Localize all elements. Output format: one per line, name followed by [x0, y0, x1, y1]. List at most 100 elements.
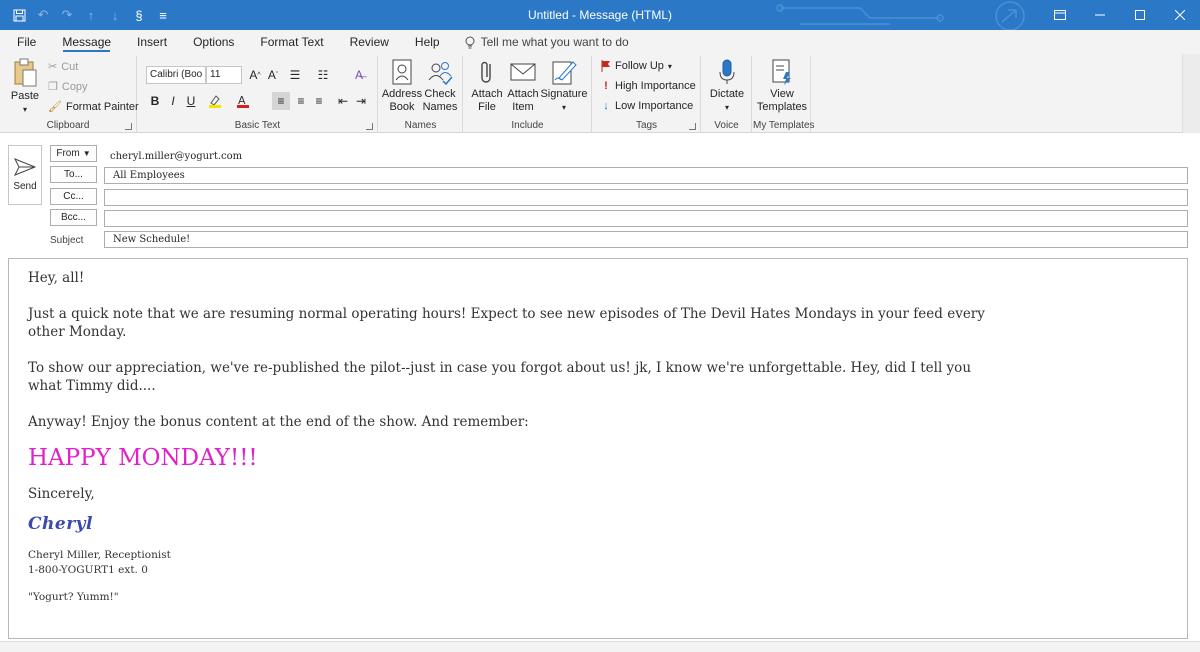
bullets-icon[interactable]: ☰: [286, 66, 304, 84]
decrease-indent-icon[interactable]: ⇤: [334, 92, 352, 110]
cut-button[interactable]: ✂ Cut: [48, 60, 79, 74]
from-dropdown-icon: ▼: [82, 149, 91, 158]
view-templates-button[interactable]: View Templates: [755, 58, 809, 114]
to-field[interactable]: All Employees: [104, 167, 1188, 184]
attach-file-label: Attach File: [471, 88, 503, 113]
ribbon-display-icon[interactable]: [1040, 0, 1080, 30]
low-importance-button[interactable]: ↓ Low Importance: [601, 100, 693, 112]
highlight-icon[interactable]: [206, 92, 224, 110]
from-button[interactable]: From ▼: [50, 145, 97, 162]
high-importance-label: High Importance: [615, 80, 696, 92]
body-paragraph-3: Anyway! Enjoy the bonus content at the e…: [28, 414, 529, 430]
copy-icon: ❐: [48, 81, 58, 93]
up-arrow-icon[interactable]: ↑: [80, 4, 102, 26]
basic-text-launcher-icon[interactable]: [366, 123, 373, 130]
italic-button[interactable]: I: [164, 92, 182, 110]
signature-label: Signature: [540, 88, 588, 100]
closing: Sincerely,: [28, 486, 95, 502]
font-name-value: Calibri (Boo: [150, 69, 203, 80]
tags-launcher-icon[interactable]: [689, 123, 696, 130]
follow-up-dropdown-icon[interactable]: ▾: [668, 62, 672, 71]
tab-options[interactable]: Options: [184, 30, 243, 54]
customize-toolbar-icon[interactable]: ≡: [152, 4, 174, 26]
align-center-icon[interactable]: ≡: [292, 92, 310, 110]
tags-group: Follow Up ▾ ! High Importance ↓ Low Impo…: [593, 56, 701, 133]
bcc-button[interactable]: Bcc...: [50, 209, 97, 226]
paste-button[interactable]: Paste ▾: [8, 58, 42, 116]
undo-icon[interactable]: ↶: [32, 4, 54, 26]
signature-icon: [552, 61, 577, 85]
underline-button[interactable]: U: [182, 92, 200, 110]
shrink-font-icon[interactable]: Aˇ: [264, 66, 282, 84]
signature-dropdown-icon[interactable]: ▾: [562, 101, 566, 114]
paste-dropdown-icon[interactable]: ▾: [23, 103, 27, 116]
numbering-icon[interactable]: ☷: [314, 66, 332, 84]
clear-formatting-icon[interactable]: A̶: [350, 66, 368, 84]
tell-me-search[interactable]: Tell me what you want to do: [465, 35, 629, 49]
send-button[interactable]: Send: [8, 145, 42, 205]
clipboard-group-label: Clipboard: [46, 120, 90, 131]
tags-group-label: Tags: [635, 120, 658, 131]
font-color-icon[interactable]: A: [234, 92, 252, 110]
close-icon[interactable]: [1160, 0, 1200, 30]
address-book-icon: [392, 59, 412, 85]
address-book-button[interactable]: Address Book: [381, 58, 423, 114]
include-group-label: Include: [511, 120, 544, 131]
copy-button[interactable]: ❐ Copy: [48, 80, 88, 94]
tab-help[interactable]: Help: [406, 30, 449, 54]
scissors-icon: ✂: [48, 61, 58, 73]
tab-review[interactable]: Review: [341, 30, 398, 54]
paste-label: Paste: [10, 90, 40, 102]
clipboard-launcher-icon[interactable]: [125, 123, 132, 130]
from-address: cheryl.miller@yogurt.com: [110, 151, 243, 162]
attach-icon[interactable]: §: [128, 4, 150, 26]
body-paragraph-2: To show our appreciation, we've re-publi…: [28, 360, 972, 394]
dictate-dropdown-icon[interactable]: ▾: [725, 101, 729, 114]
status-bar: [0, 641, 1200, 652]
include-group: Attach File Attach Item Signature ▾ Incl…: [464, 56, 592, 133]
names-group-label: Names: [404, 120, 437, 131]
copy-label: Copy: [61, 80, 88, 93]
high-importance-button[interactable]: ! High Importance: [601, 80, 696, 92]
ribbon-scrollbar[interactable]: [1182, 54, 1200, 133]
attach-item-button[interactable]: Attach Item: [504, 58, 542, 114]
dictate-button[interactable]: Dictate ▾: [706, 58, 748, 114]
tab-insert[interactable]: Insert: [128, 30, 176, 54]
font-name-combo[interactable]: Calibri (Boo: [146, 66, 206, 84]
address-book-label: Address Book: [381, 88, 423, 113]
microphone-icon: [719, 59, 735, 84]
titlebar-decoration: [776, 1, 1025, 30]
bold-button[interactable]: B: [146, 92, 164, 110]
save-icon[interactable]: [8, 4, 30, 26]
maximize-icon[interactable]: [1120, 0, 1160, 30]
tab-format-text[interactable]: Format Text: [251, 30, 332, 54]
cut-label: Cut: [61, 60, 79, 73]
minimize-icon[interactable]: [1080, 0, 1120, 30]
send-icon: [14, 158, 36, 176]
tab-message[interactable]: Message: [53, 30, 120, 54]
signature-button[interactable]: Signature ▾: [540, 58, 588, 114]
follow-up-label: Follow Up: [615, 60, 664, 72]
cc-field[interactable]: [104, 189, 1188, 206]
redo-icon[interactable]: ↷: [56, 4, 78, 26]
flag-icon: [601, 60, 610, 72]
bcc-field[interactable]: [104, 210, 1188, 227]
check-names-icon: [428, 62, 453, 86]
font-size-combo[interactable]: 11: [206, 66, 242, 84]
signature-phone: 1-800-YOGURT1 ext. 0: [28, 564, 148, 576]
subject-field[interactable]: New Schedule!: [104, 231, 1188, 248]
format-painter-button[interactable]: 🖌 Format Painter: [48, 100, 139, 114]
follow-up-button[interactable]: Follow Up ▾: [601, 60, 672, 72]
down-arrow-icon[interactable]: ↓: [104, 4, 126, 26]
grow-font-icon[interactable]: A ^: [246, 66, 264, 84]
tab-file[interactable]: File: [8, 30, 45, 54]
align-left-icon[interactable]: ≡: [272, 92, 290, 110]
check-names-button[interactable]: Check Names: [421, 58, 459, 114]
attach-file-button[interactable]: Attach File: [468, 58, 506, 114]
increase-indent-icon[interactable]: ⇥: [352, 92, 370, 110]
message-body[interactable]: Hey, all! Just a quick note that we are …: [8, 258, 1188, 639]
to-button[interactable]: To...: [50, 166, 97, 183]
align-right-icon[interactable]: ≡: [310, 92, 328, 110]
send-label: Send: [13, 181, 37, 192]
cc-button[interactable]: Cc...: [50, 188, 97, 205]
